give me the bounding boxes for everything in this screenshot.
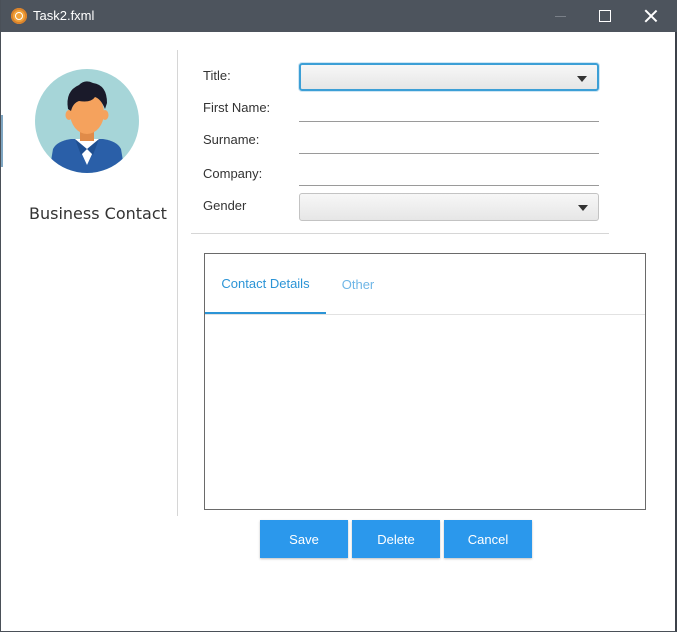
title-bar[interactable]: Task2.fxml xyxy=(1,0,677,32)
delete-button[interactable]: Delete xyxy=(352,520,440,558)
cancel-button[interactable]: Cancel xyxy=(444,520,532,558)
chevron-down-icon xyxy=(578,205,588,211)
close-button[interactable] xyxy=(628,0,674,32)
details-tab-pane: Contact Details Other xyxy=(204,253,646,510)
gender-label: Gender xyxy=(203,198,247,213)
surname-field[interactable] xyxy=(299,131,599,154)
surname-label: Surname: xyxy=(203,132,260,147)
first-name-field[interactable] xyxy=(299,99,599,122)
person-avatar-icon xyxy=(35,69,139,173)
app-icon xyxy=(11,8,27,24)
company-field[interactable] xyxy=(299,163,599,186)
close-icon xyxy=(644,9,658,23)
contact-type-label: Business Contact xyxy=(29,204,167,223)
window-title: Task2.fxml xyxy=(33,8,95,23)
tab-contact-details[interactable]: Contact Details xyxy=(205,254,326,314)
title-combobox[interactable] xyxy=(299,63,599,91)
maximize-button[interactable] xyxy=(582,0,628,32)
app-window: Task2.fxml Business Contact Title: First… xyxy=(0,0,677,632)
gender-combobox[interactable] xyxy=(299,193,599,221)
tab-other[interactable]: Other xyxy=(326,254,390,314)
left-edge-marker xyxy=(1,115,3,167)
maximize-icon xyxy=(599,10,611,22)
chevron-down-icon xyxy=(577,76,587,82)
tab-header: Contact Details Other xyxy=(205,254,645,315)
company-label: Company: xyxy=(203,166,263,181)
first-name-label: First Name: xyxy=(203,100,271,115)
save-button[interactable]: Save xyxy=(260,520,348,558)
form-divider xyxy=(191,233,609,234)
vertical-divider xyxy=(177,50,178,516)
title-label: Title: xyxy=(203,68,231,83)
minimize-button[interactable] xyxy=(537,0,583,32)
minimize-icon xyxy=(554,15,566,17)
